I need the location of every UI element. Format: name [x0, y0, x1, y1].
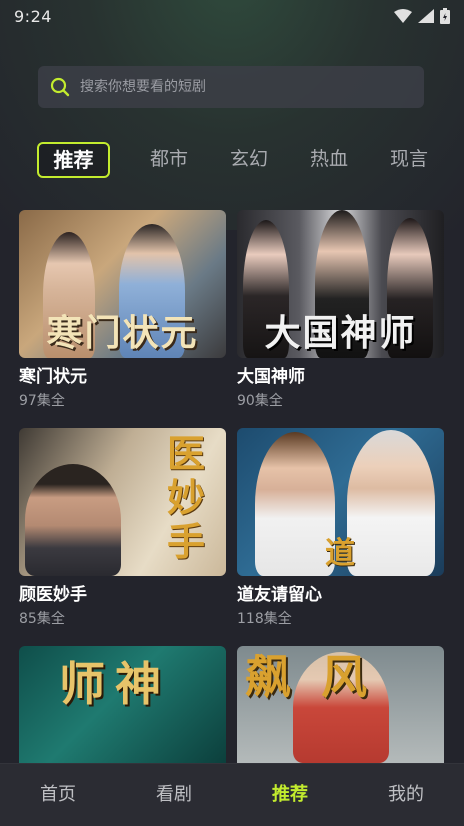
drama-title: 顾医妙手	[19, 585, 87, 605]
nav-watch[interactable]: 看剧	[116, 764, 232, 826]
wifi-icon	[394, 9, 412, 23]
drama-episodes: 97集全	[19, 393, 65, 409]
drama-card[interactable]: 飙风	[237, 646, 444, 763]
search-icon	[50, 77, 70, 97]
drama-episodes: 85集全	[19, 611, 65, 627]
tab-action[interactable]: 热血	[300, 140, 358, 178]
drama-poster: 医妙手	[19, 428, 226, 576]
header-background	[0, 0, 464, 230]
tab-fantasy[interactable]: 玄幻	[220, 140, 278, 178]
poster-title-art: 大国神师	[264, 312, 417, 354]
battery-icon	[440, 8, 450, 24]
status-time: 9:24	[14, 6, 52, 26]
drama-card[interactable]: 道 道友请留心 118集全	[237, 428, 444, 628]
drama-poster: 寒门状元	[19, 210, 226, 358]
tab-modern-romance[interactable]: 现言	[380, 140, 438, 178]
search-input[interactable]	[78, 78, 402, 96]
category-tabs: 推荐 都市 玄幻 热血 现言	[0, 140, 464, 180]
status-icons	[394, 8, 450, 24]
drama-title: 大国神师	[237, 367, 305, 387]
drama-card[interactable]: 师神	[19, 646, 226, 763]
drama-title: 道友请留心	[237, 585, 322, 605]
poster-title-art: 师神	[59, 657, 171, 711]
drama-card[interactable]: 医妙手 顾医妙手 85集全	[19, 428, 226, 628]
nav-home[interactable]: 首页	[0, 764, 116, 826]
drama-poster: 道	[237, 428, 444, 576]
poster-title-art: 医妙手	[166, 431, 205, 564]
tab-recommend[interactable]: 推荐	[37, 142, 110, 178]
poster-title-art: 飙风	[245, 650, 397, 704]
bottom-navigation: 首页 看剧 推荐 我的	[0, 763, 464, 826]
nav-recommend[interactable]: 推荐	[232, 764, 348, 826]
drama-poster: 飙风	[237, 646, 444, 763]
drama-episodes: 90集全	[237, 393, 283, 409]
drama-card[interactable]: 寒门状元 寒门状元 97集全	[19, 210, 226, 410]
tab-urban[interactable]: 都市	[140, 140, 198, 178]
drama-title: 寒门状元	[19, 367, 87, 387]
poster-title-art: 寒门状元	[46, 312, 199, 354]
drama-card[interactable]: 大国神师 大国神师 90集全	[237, 210, 444, 410]
status-bar: 9:24	[0, 0, 464, 32]
poster-title-art: 道	[325, 536, 355, 571]
signal-icon	[418, 9, 434, 23]
search-bar[interactable]	[38, 66, 424, 108]
nav-profile[interactable]: 我的	[348, 764, 464, 826]
drama-poster: 大国神师	[237, 210, 444, 358]
drama-episodes: 118集全	[237, 611, 292, 627]
drama-poster: 师神	[19, 646, 226, 763]
